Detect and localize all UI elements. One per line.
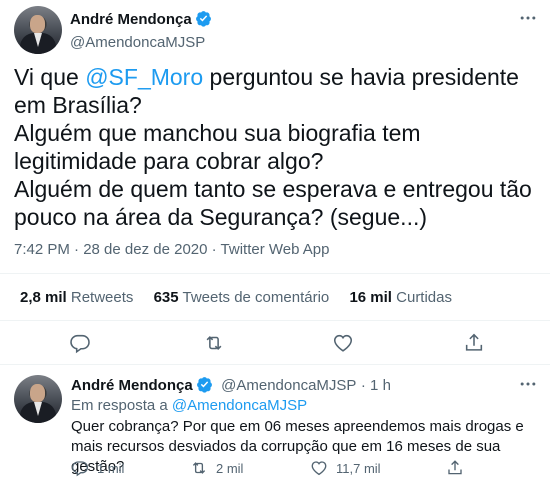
author-name[interactable]: André Mendonça [70, 11, 192, 28]
reply-count: 1 mil [97, 460, 125, 476]
tweet-text-prefix: Vi que [14, 64, 86, 90]
tweet-timestamp[interactable]: 7:42 PM · 28 de dez de 2020 · Twitter We… [14, 241, 329, 258]
more-dots-icon[interactable] [518, 374, 538, 394]
retweet-button[interactable] [203, 332, 225, 354]
reply-text: Quer cobrança? Por que em 06 meses apree… [71, 418, 524, 475]
reply-time[interactable]: · 1 h [361, 377, 391, 394]
share-icon [448, 460, 462, 475]
reply-icon [71, 461, 89, 477]
retweet-count: 2 mil [216, 460, 244, 476]
retweet-icon [206, 335, 222, 351]
replying-to: Em resposta a @AmendoncaMJSP [71, 397, 307, 414]
divider [0, 273, 550, 274]
reply-like-button[interactable]: 11,7 mil [310, 459, 381, 477]
mention-link[interactable]: @SF_Moro [85, 64, 203, 90]
reply-icon [70, 334, 90, 354]
reply-author-name[interactable]: André Mendonça [71, 377, 193, 394]
reply-reply-button[interactable]: 1 mil [71, 459, 124, 477]
tweet-stats: 2,8 mil Retweets 635 Tweets de comentári… [20, 289, 468, 306]
like-button[interactable] [332, 332, 354, 354]
reply-share-button[interactable] [446, 459, 464, 477]
author-handle[interactable]: @AmendoncaMJSP [70, 34, 212, 51]
divider [0, 320, 550, 321]
likes-stat[interactable]: 16 mil Curtidas [349, 289, 452, 306]
quote-tweets-stat[interactable]: 635 Tweets de comentário [154, 289, 330, 306]
reply-header: André Mendonça @AmendoncaMJSP · 1 h [71, 376, 391, 398]
share-button[interactable] [463, 332, 485, 354]
author-header: André Mendonça @AmendoncaMJSP [70, 10, 212, 51]
like-count: 11,7 mil [336, 460, 381, 476]
tweet-text: Vi que @SF_Moro perguntou se havia presi… [14, 63, 534, 231]
replying-to-mention[interactable]: @AmendoncaMJSP [172, 397, 307, 414]
reply-retweet-button[interactable]: 2 mil [190, 459, 243, 477]
verified-badge-icon [195, 10, 212, 32]
heart-icon [311, 461, 327, 476]
more-dots-icon[interactable] [518, 8, 538, 28]
retweet-icon [192, 462, 206, 474]
reply-author-avatar[interactable] [14, 375, 62, 423]
reply-button[interactable] [69, 332, 91, 354]
retweets-stat[interactable]: 2,8 mil Retweets [20, 289, 133, 306]
share-icon [465, 333, 483, 351]
replying-to-label: Em resposta a [71, 397, 172, 414]
heart-icon [333, 334, 353, 352]
author-avatar[interactable] [14, 6, 62, 54]
verified-badge-icon [196, 376, 213, 398]
divider [0, 364, 550, 365]
reply-author-handle[interactable]: @AmendoncaMJSP [221, 377, 356, 394]
